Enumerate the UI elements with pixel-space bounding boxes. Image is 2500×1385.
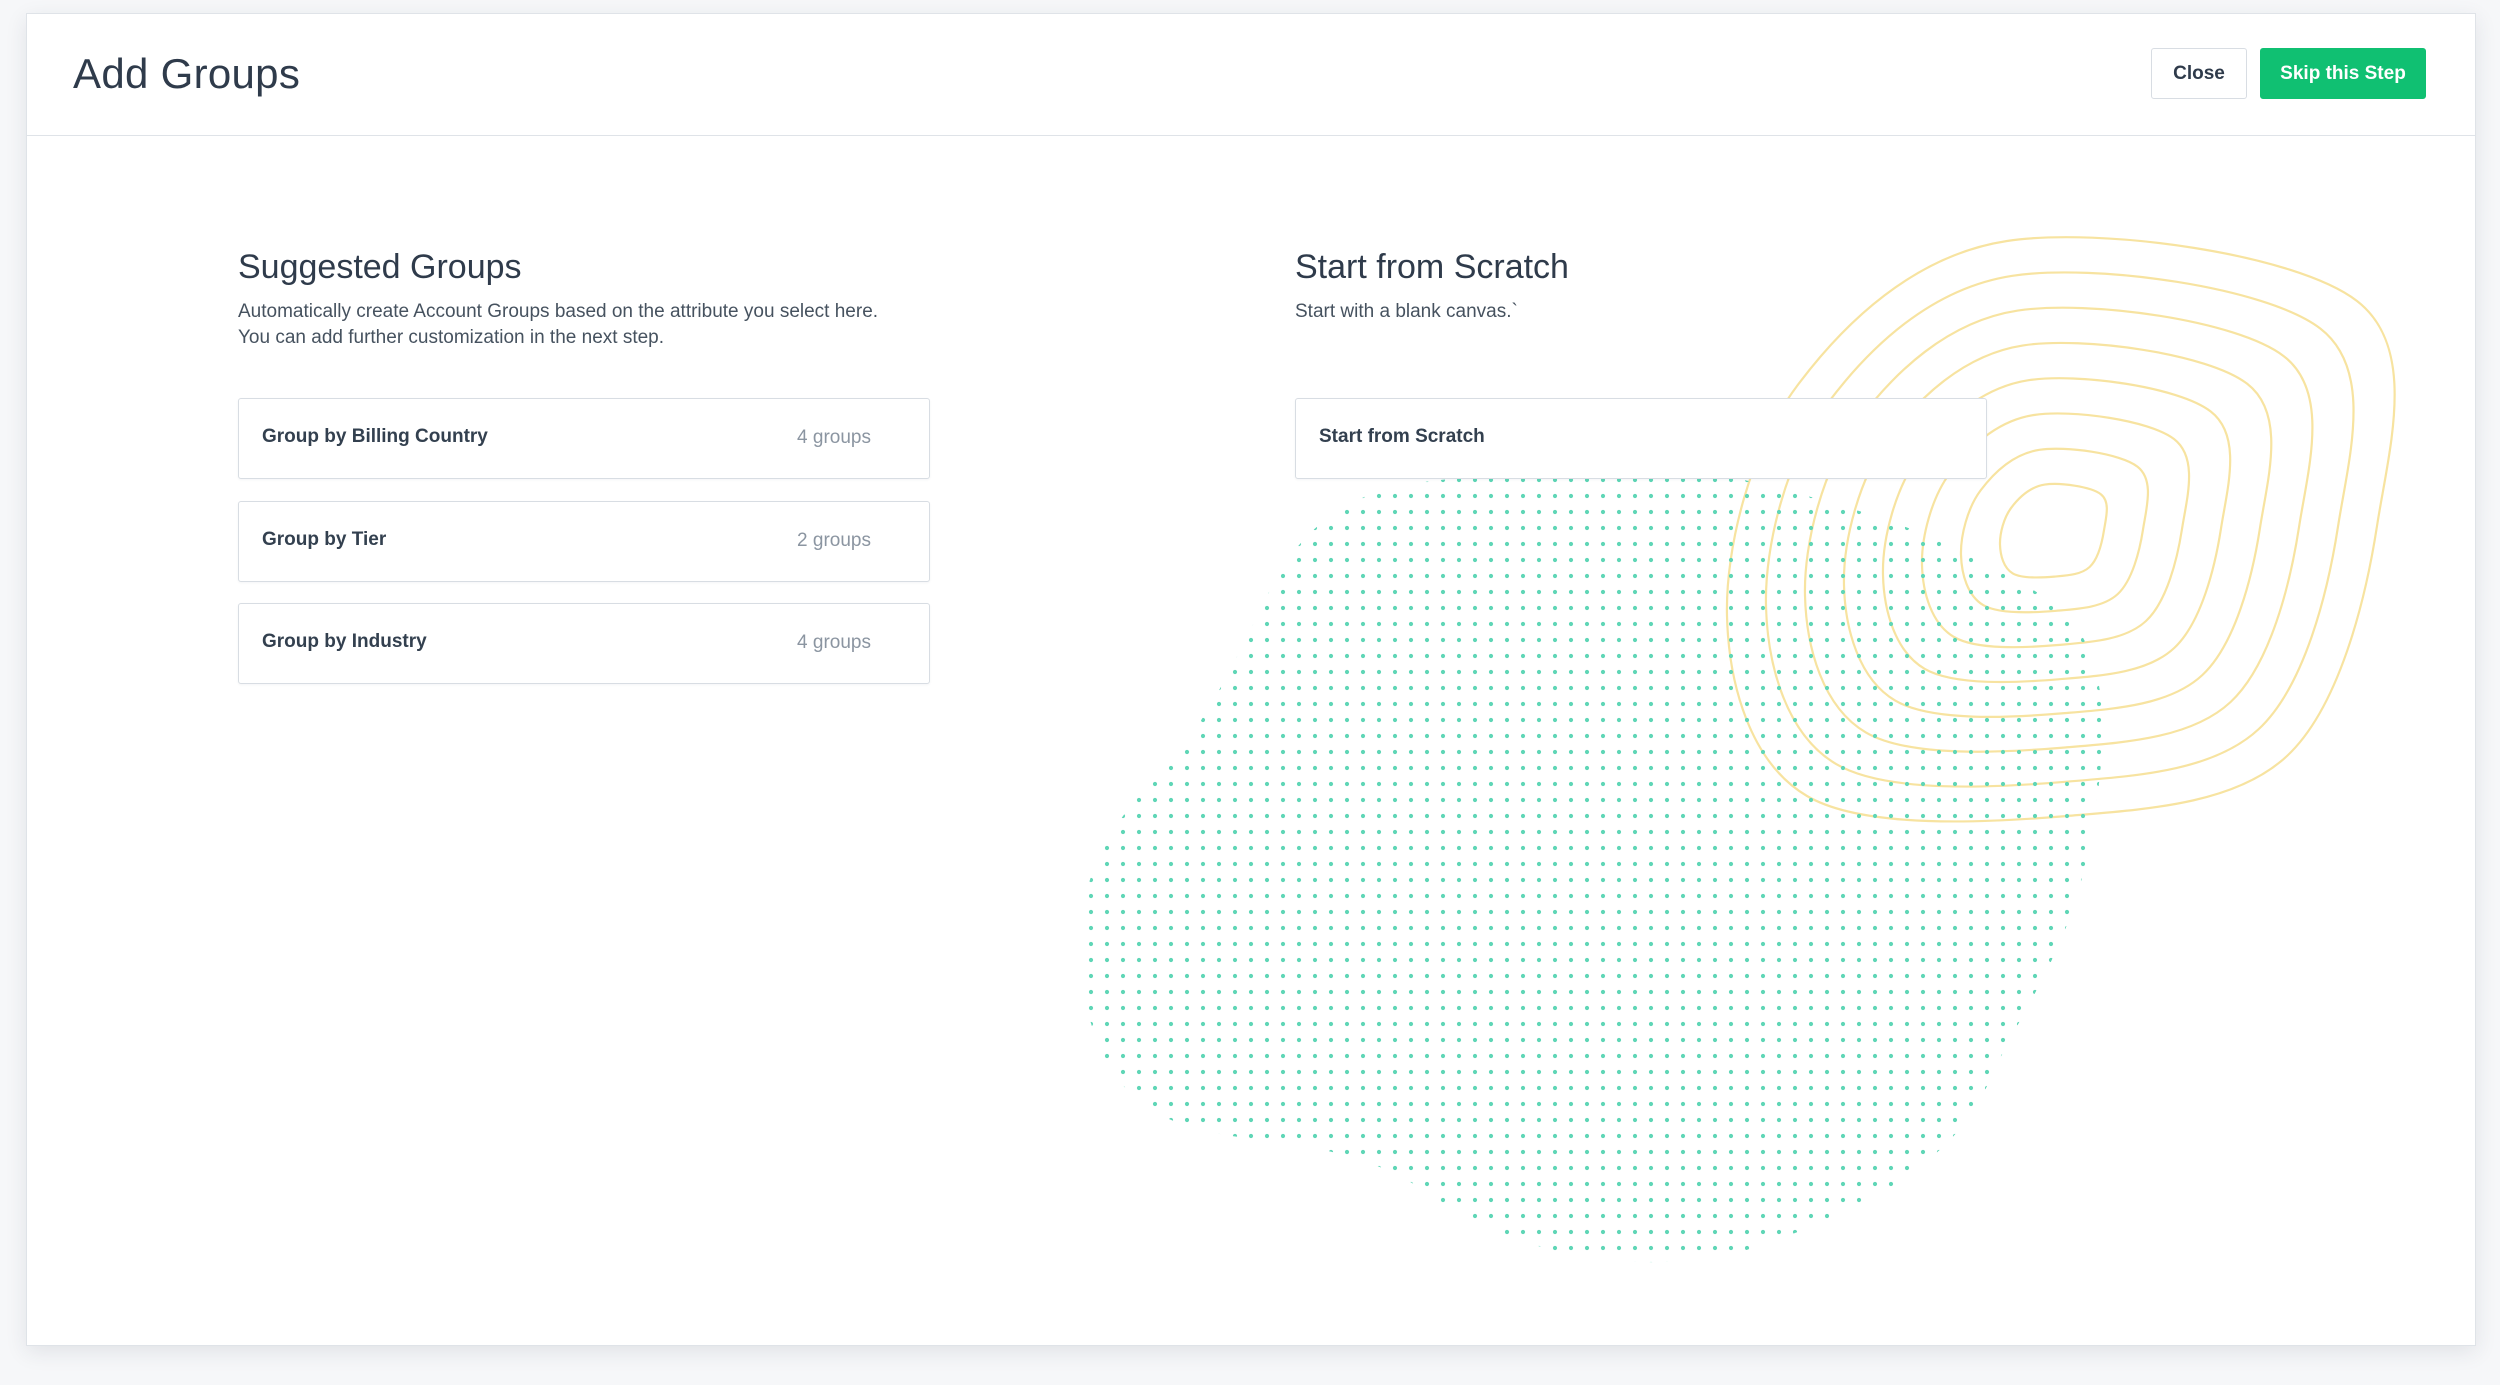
suggested-groups-description-line2: You can add further customization in the… (238, 327, 665, 348)
option-label: Group by Tier (262, 529, 387, 550)
skip-step-button[interactable]: Skip this Step (2260, 48, 2426, 99)
option-label: Group by Billing Country (262, 426, 488, 447)
start-from-scratch-label: Start from Scratch (1319, 426, 1485, 447)
option-group-by-billing-country[interactable]: Group by Billing Country 4 groups (238, 398, 930, 479)
suggested-groups-description-line1: Automatically create Account Groups base… (238, 301, 879, 322)
option-label: Group by Industry (262, 631, 427, 652)
option-group-by-industry[interactable]: Group by Industry 4 groups (238, 603, 930, 684)
modal-header: Add Groups Close Skip this Step (27, 14, 2475, 136)
start-from-scratch-button[interactable]: Start from Scratch (1295, 398, 1987, 479)
option-group-count: 2 groups (797, 530, 871, 551)
page-title: Add Groups (73, 50, 301, 97)
start-from-scratch-title: Start from Scratch (1295, 248, 1569, 286)
add-groups-modal: Add Groups Close Skip this Step Suggeste… (26, 13, 2476, 1346)
contour-line (1998, 482, 2108, 579)
dotted-blob-shape (1078, 468, 2103, 1263)
option-group-by-tier[interactable]: Group by Tier 2 groups (238, 501, 930, 582)
close-button[interactable]: Close (2151, 48, 2247, 99)
start-from-scratch-description: Start with a blank canvas.` (1295, 301, 1518, 322)
modal-body: Suggested Groups Automatically create Ac… (27, 136, 2475, 1345)
option-group-count: 4 groups (797, 632, 871, 653)
suggested-groups-title: Suggested Groups (238, 248, 522, 286)
option-group-count: 4 groups (797, 427, 871, 448)
